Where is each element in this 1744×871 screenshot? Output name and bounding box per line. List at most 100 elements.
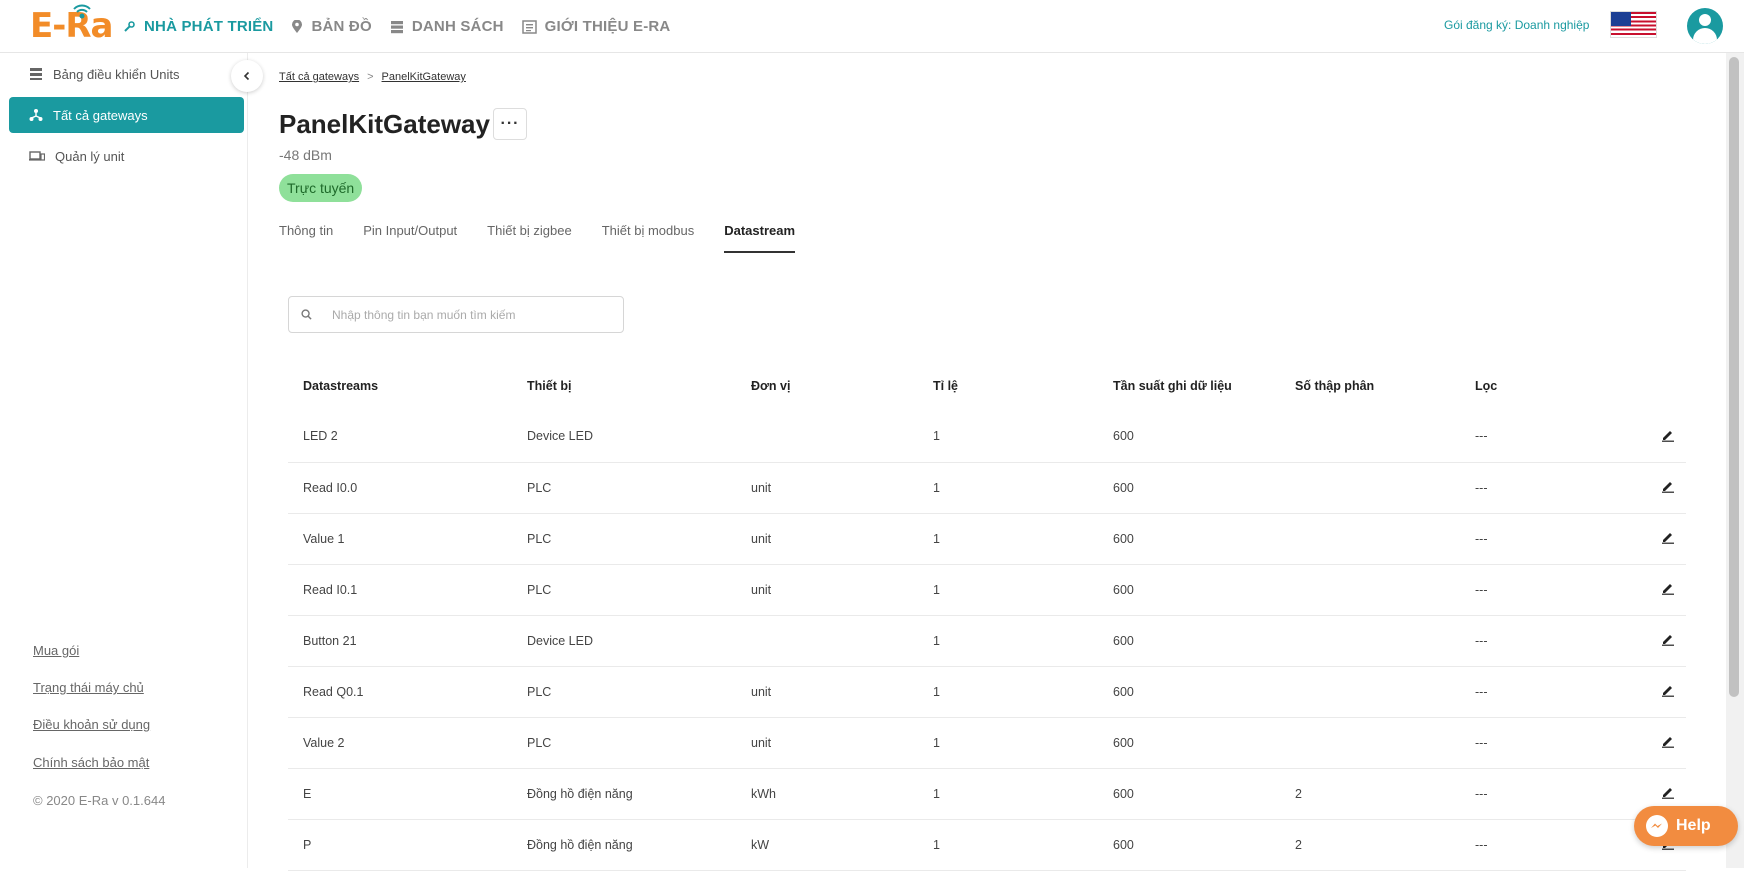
table-cell: --- bbox=[1460, 462, 1646, 514]
table-cell: P bbox=[288, 819, 512, 871]
nav-item-0[interactable]: NHÀ PHÁT TRIỂN bbox=[122, 18, 273, 35]
search-input[interactable] bbox=[332, 307, 602, 322]
table-row[interactable]: Value 2 PLC unit 1 600 --- bbox=[288, 717, 1686, 769]
tab-info[interactable]: Thông tin bbox=[279, 223, 333, 253]
table-row[interactable]: Value 1 PLC unit 1 600 --- bbox=[288, 513, 1686, 565]
sidebar-item-unit-management[interactable]: Quản lý unit bbox=[9, 138, 244, 174]
edit-pencil-icon[interactable] bbox=[1661, 428, 1675, 442]
table-cell: 600 bbox=[1098, 513, 1280, 565]
tab-bar: Thông tin Pin Input/Output Thiết bị zigb… bbox=[279, 223, 825, 253]
collapse-sidebar-button[interactable] bbox=[231, 60, 263, 92]
era-logo[interactable]: E-Ra bbox=[30, 4, 113, 46]
help-label: Help bbox=[1676, 817, 1711, 834]
table-cell: unit bbox=[736, 666, 918, 718]
sidebar-item-all-gateways[interactable]: Tất cả gateways bbox=[9, 97, 244, 133]
table-cell: PLC bbox=[512, 513, 736, 565]
link-privacy-policy[interactable]: Chính sách bảo mật bbox=[33, 755, 149, 770]
table-cell: Read I0.1 bbox=[288, 564, 512, 616]
table-cell: PLC bbox=[512, 666, 736, 718]
nav-item-label: BẢN ĐỒ bbox=[311, 18, 372, 35]
table-cell: 600 bbox=[1098, 411, 1280, 463]
scrollbar-thumb[interactable] bbox=[1729, 57, 1739, 697]
breadcrumb: Tất cả gateways > PanelKitGateway bbox=[279, 71, 466, 83]
table-cell: --- bbox=[1460, 768, 1646, 820]
gateway-icon bbox=[29, 109, 43, 121]
column-header[interactable]: Đơn vị bbox=[736, 361, 918, 411]
sidebar-item-label: Bảng điều khiển Units bbox=[53, 66, 180, 82]
link-buy-plan[interactable]: Mua gói bbox=[33, 643, 79, 658]
table-cell: 600 bbox=[1098, 564, 1280, 616]
column-header[interactable]: Số thập phân bbox=[1280, 361, 1460, 411]
table-cell bbox=[1280, 615, 1460, 667]
table-cell: 600 bbox=[1098, 462, 1280, 514]
list-icon bbox=[390, 20, 412, 34]
breadcrumb-current[interactable]: PanelKitGateway bbox=[382, 71, 466, 83]
help-button[interactable]: Help bbox=[1634, 806, 1738, 846]
table-cell: 600 bbox=[1098, 768, 1280, 820]
table-row[interactable]: Read Q0.1 PLC unit 1 600 --- bbox=[288, 666, 1686, 718]
table-cell: PLC bbox=[512, 717, 736, 769]
table-row[interactable]: LED 2 Device LED 1 600 --- bbox=[288, 411, 1686, 463]
table-cell: Read I0.0 bbox=[288, 462, 512, 514]
nav-item-1[interactable]: BẢN ĐỒ bbox=[291, 18, 372, 35]
column-header[interactable]: Tỉ lệ bbox=[918, 361, 1098, 411]
table-cell: 1 bbox=[918, 666, 1098, 718]
edit-cell bbox=[1646, 513, 1686, 565]
edit-cell bbox=[1646, 462, 1686, 514]
tab-zigbee-devices[interactable]: Thiết bị zigbee bbox=[487, 223, 572, 253]
sidebar: Bảng điều khiển Units Tất cả gateways Qu… bbox=[0, 53, 248, 868]
edit-pencil-icon[interactable] bbox=[1661, 530, 1675, 544]
nav-item-3[interactable]: GIỚI THIỆU E-RA bbox=[521, 18, 671, 35]
edit-cell bbox=[1646, 717, 1686, 769]
edit-cell bbox=[1646, 564, 1686, 616]
column-header[interactable]: Datastreams bbox=[288, 361, 512, 411]
table-row[interactable]: P Đồng hồ điện năng kW 1 600 2 --- bbox=[288, 819, 1686, 871]
column-header[interactable]: Lọc bbox=[1460, 361, 1646, 411]
edit-pencil-icon[interactable] bbox=[1661, 734, 1675, 748]
table-cell bbox=[1280, 717, 1460, 769]
table-row[interactable]: E Đồng hồ điện năng kWh 1 600 2 --- bbox=[288, 768, 1686, 820]
edit-pencil-icon[interactable] bbox=[1661, 581, 1675, 595]
table-cell: unit bbox=[736, 462, 918, 514]
datastream-table: Datastreams Thiết bị Đơn vị Tỉ lệ Tần su… bbox=[288, 361, 1686, 871]
link-terms-of-use[interactable]: Điều khoản sử dụng bbox=[33, 717, 150, 732]
tab-datastream[interactable]: Datastream bbox=[724, 223, 795, 253]
wrench-icon bbox=[122, 20, 144, 34]
more-options-button[interactable]: ··· bbox=[493, 108, 527, 140]
column-header[interactable]: Thiết bị bbox=[512, 361, 736, 411]
breadcrumb-all-gateways[interactable]: Tất cả gateways bbox=[279, 71, 359, 83]
table-cell: E bbox=[288, 768, 512, 820]
tab-pin-io[interactable]: Pin Input/Output bbox=[363, 223, 457, 253]
sidebar-item-units-dashboard[interactable]: Bảng điều khiển Units bbox=[9, 56, 244, 92]
edit-pencil-icon[interactable] bbox=[1661, 683, 1675, 697]
table-row[interactable]: Button 21 Device LED 1 600 --- bbox=[288, 615, 1686, 667]
table-cell: --- bbox=[1460, 411, 1646, 463]
table-cell: 600 bbox=[1098, 819, 1280, 871]
breadcrumb-separator: > bbox=[367, 71, 374, 83]
table-cell: --- bbox=[1460, 666, 1646, 718]
table-cell: 1 bbox=[918, 462, 1098, 514]
table-cell bbox=[1280, 513, 1460, 565]
link-server-status[interactable]: Trạng thái máy chủ bbox=[33, 680, 144, 695]
subscription-plan[interactable]: Gói đăng ký: Doanh nghiệp bbox=[1444, 18, 1589, 32]
messenger-icon bbox=[1646, 815, 1668, 837]
table-cell: Device LED bbox=[512, 411, 736, 463]
edit-pencil-icon[interactable] bbox=[1661, 479, 1675, 493]
table-cell: Device LED bbox=[512, 615, 736, 667]
main-nav: NHÀ PHÁT TRIỂN BẢN ĐỒ DANH SÁCH GIỚI THIỆU … bbox=[122, 0, 688, 53]
table-cell: 1 bbox=[918, 564, 1098, 616]
table-cell: kWh bbox=[736, 768, 918, 820]
edit-pencil-icon[interactable] bbox=[1661, 785, 1675, 799]
column-header[interactable]: Tần suất ghi dữ liệu bbox=[1098, 361, 1280, 411]
tab-modbus-devices[interactable]: Thiết bị modbus bbox=[602, 223, 695, 253]
user-avatar-icon[interactable] bbox=[1687, 8, 1723, 44]
table-row[interactable]: Read I0.0 PLC unit 1 600 --- bbox=[288, 462, 1686, 514]
table-cell: Đồng hồ điện năng bbox=[512, 819, 736, 871]
edit-pencil-icon[interactable] bbox=[1661, 632, 1675, 646]
table-cell: 600 bbox=[1098, 615, 1280, 667]
nav-item-2[interactable]: DANH SÁCH bbox=[390, 18, 504, 35]
table-cell bbox=[1280, 411, 1460, 463]
table-row[interactable]: Read I0.1 PLC unit 1 600 --- bbox=[288, 564, 1686, 616]
us-flag-icon[interactable] bbox=[1610, 11, 1657, 38]
table-header-row: Datastreams Thiết bị Đơn vị Tỉ lệ Tần su… bbox=[288, 361, 1686, 411]
